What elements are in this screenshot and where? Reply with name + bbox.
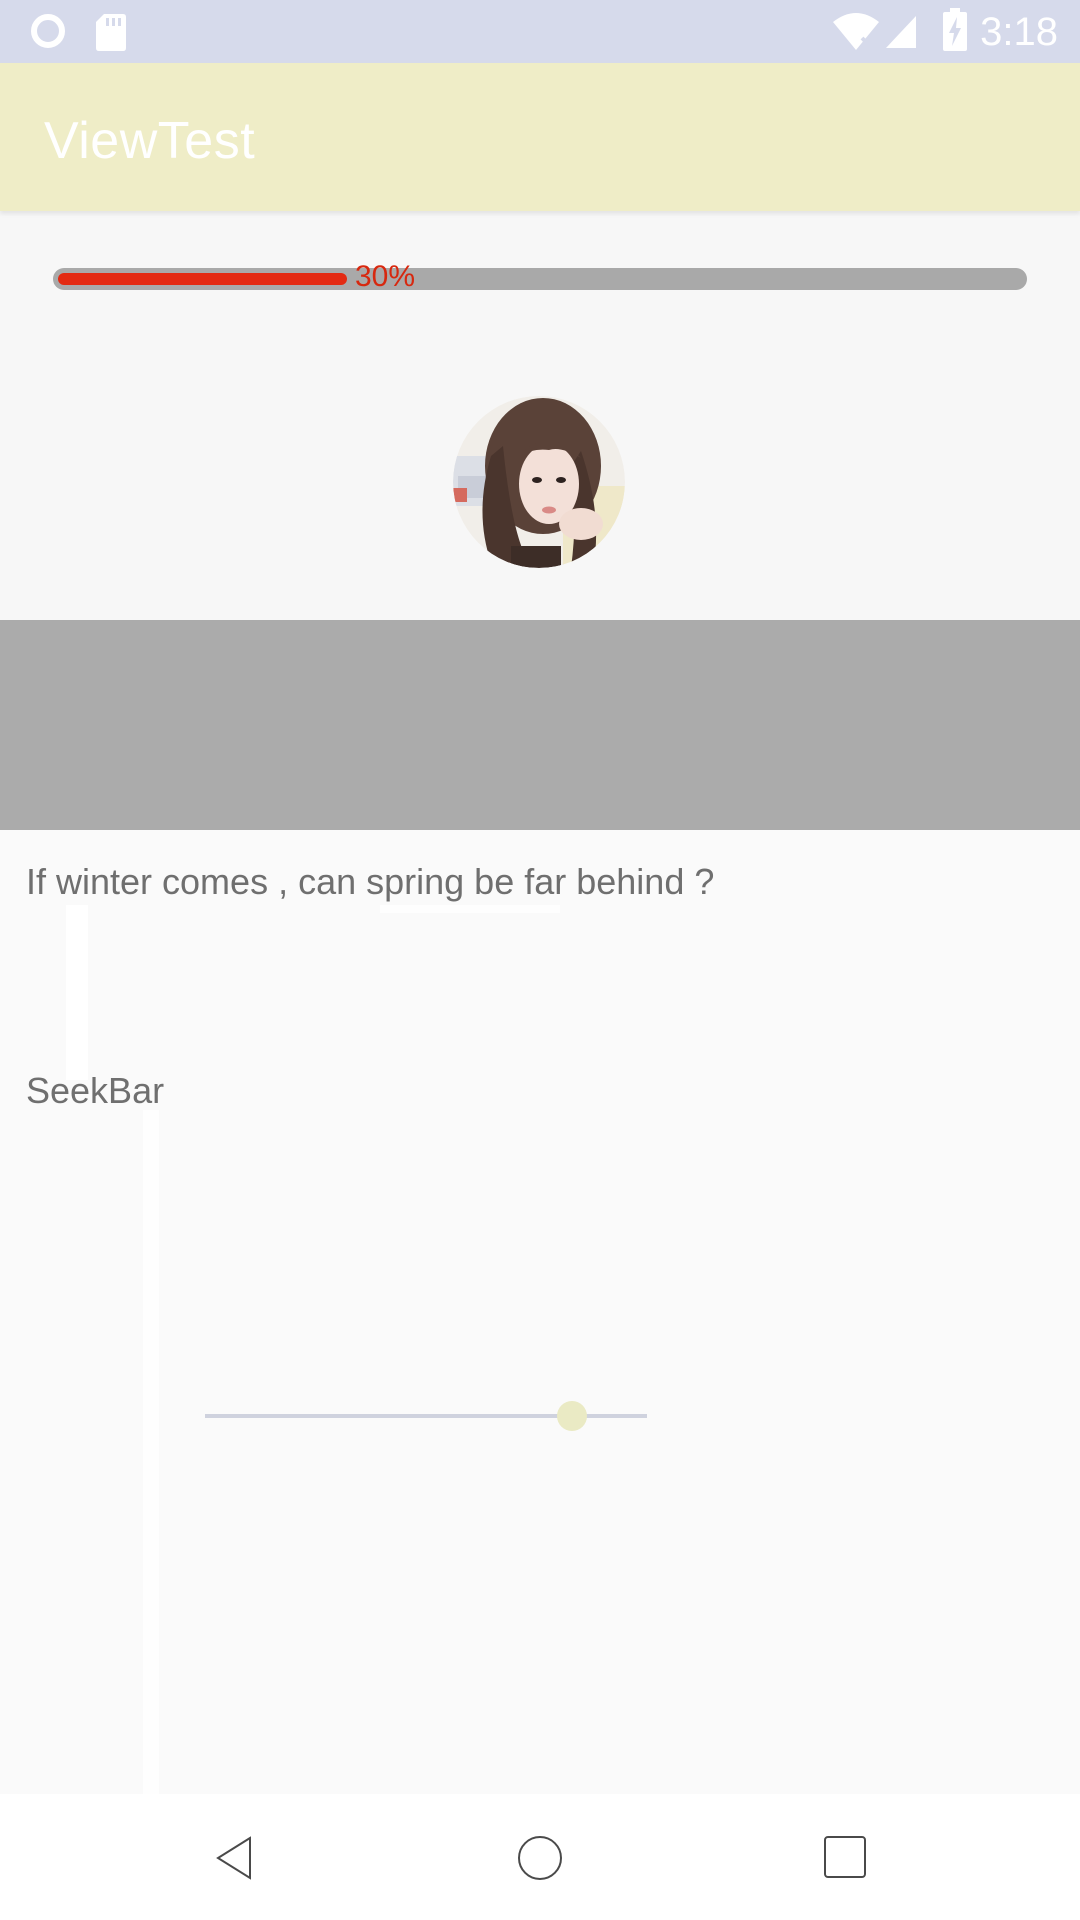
app-bar: ViewTest xyxy=(0,63,1080,211)
progress-label: 30% xyxy=(355,260,416,293)
seekbar-thumb[interactable] xyxy=(557,1401,587,1431)
wifi-off-icon xyxy=(833,13,879,52)
gray-panel xyxy=(0,620,1080,830)
app-title: ViewTest xyxy=(44,112,256,170)
status-bar: 3:18 xyxy=(0,0,1080,63)
recents-icon[interactable] xyxy=(822,1834,868,1880)
nav-bar xyxy=(0,1794,1080,1920)
ghost-stripe xyxy=(66,905,88,1080)
sd-card-icon xyxy=(96,14,126,51)
content-area xyxy=(0,830,1080,1794)
back-icon[interactable] xyxy=(212,1834,256,1882)
screen: 3:18 ViewTest 30% If winter comes , can … xyxy=(0,0,1080,1920)
circle-notification-icon xyxy=(31,14,65,48)
progress-fill xyxy=(58,273,347,285)
quote-text: If winter comes , can spring be far behi… xyxy=(26,861,715,902)
battery-charging-icon xyxy=(943,8,967,51)
seekbar-label: SeekBar xyxy=(26,1070,165,1111)
avatar[interactable] xyxy=(453,396,625,568)
home-icon[interactable] xyxy=(516,1834,564,1882)
ghost-stripe xyxy=(143,1110,159,1794)
clock: 3:18 xyxy=(980,10,1058,54)
ghost-stripe xyxy=(380,905,560,913)
avatar-photo xyxy=(453,396,625,568)
signal-icon xyxy=(886,16,916,48)
